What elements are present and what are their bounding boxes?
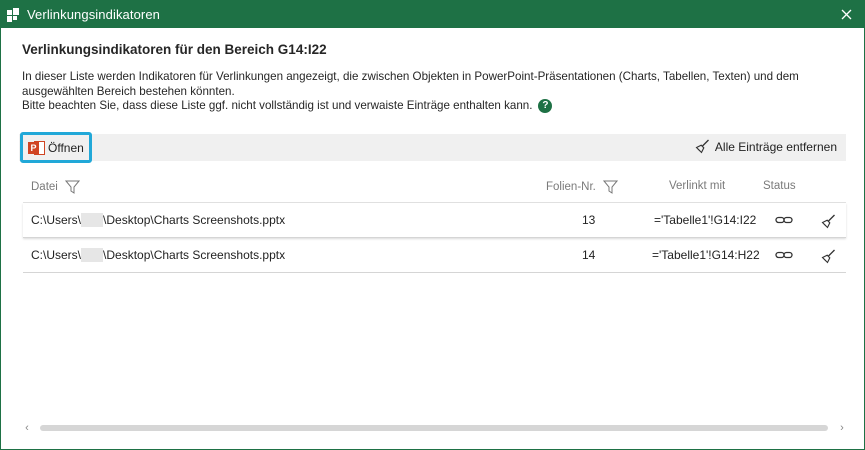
scroll-thumb[interactable] [40, 425, 828, 431]
window-title: Verlinkungsindikatoren [27, 7, 161, 22]
linked-range: ='Tabelle1'!G14:I22 [654, 213, 757, 227]
close-icon [841, 9, 851, 19]
clear-all-button[interactable]: Alle Einträge entfernen [695, 139, 837, 154]
close-button[interactable] [838, 6, 854, 22]
column-header-slide[interactable]: Folien-Nr. [546, 180, 618, 194]
broom-icon [695, 139, 709, 154]
column-header-file[interactable]: Datei [31, 180, 80, 194]
toolbar: P Öffnen Alle Einträge entfernen [19, 132, 846, 163]
link-icon[interactable] [775, 249, 793, 261]
linked-range: ='Tabelle1'!G14:H22 [652, 248, 760, 262]
column-status-label: Status [763, 180, 796, 192]
table-row[interactable]: C:\Users\ \Desktop\Charts Screenshots.ppt… [23, 203, 846, 238]
redacted-username [81, 247, 104, 262]
open-button-label: Öffnen [48, 140, 84, 155]
description-line-3-text: Bitte beachten Sie, dass diese Liste ggf… [22, 99, 533, 113]
links-table: Datei Folien-Nr. Verlinkt mit Status C:\… [23, 171, 846, 273]
clear-all-label: Alle Einträge entfernen [714, 139, 837, 154]
filter-icon[interactable] [602, 180, 618, 194]
table-header: Datei Folien-Nr. Verlinkt mit Status [23, 171, 846, 203]
description-line-2: ausgewählten Bereich bestehen könnten. [22, 84, 235, 98]
dialog-window: Verlinkungsindikatoren Verlinkungsindika… [0, 0, 865, 450]
app-icon [5, 7, 21, 23]
description-line-1: In dieser Liste werden Indikatoren für V… [22, 70, 799, 83]
slide-number: 13 [582, 213, 596, 227]
powerpoint-icon: P [28, 140, 45, 156]
broom-icon[interactable] [821, 249, 836, 264]
description: In dieser Liste werden Indikatoren für V… [22, 70, 822, 114]
broom-icon[interactable] [821, 214, 836, 229]
slide-number: 14 [582, 248, 596, 262]
column-header-status: Status [763, 180, 796, 192]
column-file-label: Datei [31, 181, 58, 193]
link-icon[interactable] [775, 214, 793, 226]
help-icon[interactable]: ? [538, 99, 553, 113]
column-linked-label: Verlinkt mit [669, 180, 726, 192]
open-button[interactable]: P Öffnen [20, 132, 92, 163]
title-bar[interactable]: Verlinkungsindikatoren [1, 1, 864, 28]
dialog-heading: Verlinkungsindikatoren für den Bereich G… [22, 42, 327, 57]
column-header-linked: Verlinkt mit [669, 180, 725, 192]
filter-icon[interactable] [64, 180, 80, 194]
file-path: C:\Users\ \Desktop\Charts Screenshots.ppt… [31, 212, 286, 227]
scroll-right-icon[interactable]: › [836, 422, 848, 434]
table-row[interactable]: C:\Users\ \Desktop\Charts Screenshots.ppt… [23, 238, 846, 273]
column-slide-label: Folien-Nr. [546, 181, 596, 193]
description-line-3: Bitte beachten Sie, dass diese Liste ggf… [22, 99, 822, 114]
horizontal-scrollbar[interactable]: ‹ › [21, 420, 848, 436]
scroll-left-icon[interactable]: ‹ [21, 422, 33, 434]
file-path: C:\Users\ \Desktop\Charts Screenshots.ppt… [31, 247, 286, 262]
redacted-username [81, 212, 104, 227]
